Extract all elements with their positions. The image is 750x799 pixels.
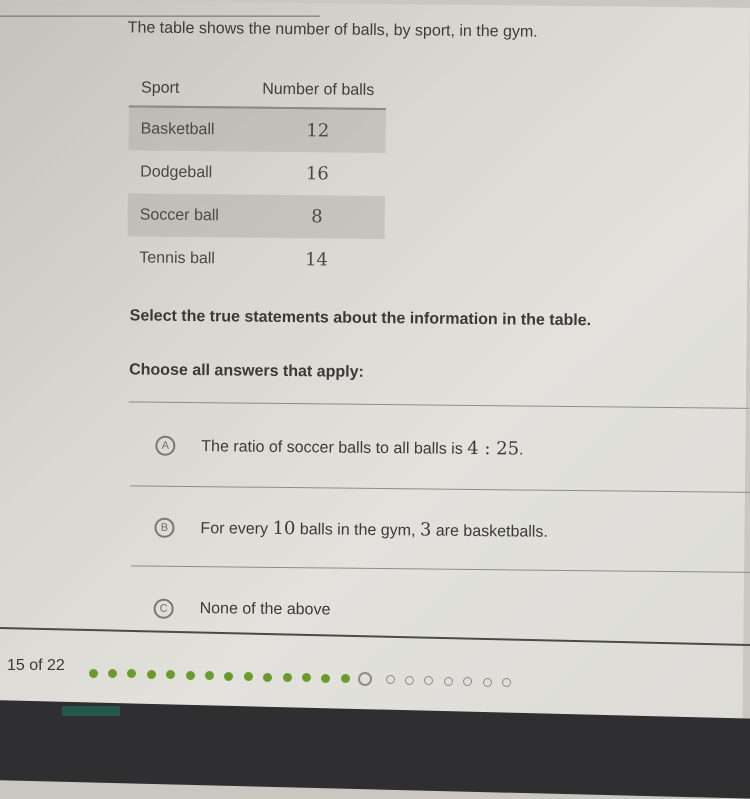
choice-b[interactable]: B For every 10 balls in the gym, 3 are b… — [154, 517, 548, 542]
progress-dot-pending[interactable] — [404, 675, 414, 685]
choice-divider — [129, 485, 750, 493]
answer-instruction: Choose all answers that apply: — [129, 361, 364, 381]
progress-dot-completed[interactable] — [224, 671, 234, 681]
progress-dot-completed[interactable] — [263, 672, 273, 682]
progress-dot-pending[interactable] — [482, 677, 492, 687]
choice-b-checkbox-icon[interactable]: B — [154, 517, 175, 538]
top-divider — [0, 15, 320, 17]
progress-dot-completed[interactable] — [282, 673, 292, 682]
count-cell: 8 — [230, 194, 386, 240]
count-cell: 16 — [305, 163, 329, 185]
sport-cell: Tennis ball — [139, 248, 216, 267]
progress-dot-pending[interactable] — [443, 676, 453, 686]
choices-top-divider — [128, 401, 749, 409]
progress-dot-current[interactable] — [357, 672, 372, 687]
progress-dot-completed[interactable] — [107, 668, 117, 678]
progress-dot-completed[interactable] — [204, 671, 214, 681]
count-cell: 12 — [231, 107, 387, 154]
progress-dot-completed[interactable] — [166, 670, 176, 680]
count-cell: 14 — [304, 249, 329, 271]
progress-dot-pending[interactable] — [385, 675, 395, 685]
bezel-label — [62, 706, 120, 716]
choice-a[interactable]: A The ratio of soccer balls to all balls… — [155, 435, 524, 460]
sport-cell: Soccer ball — [127, 193, 232, 238]
table-row: Soccer ball 8 — [127, 193, 386, 240]
progress-counter: 15 of 22 — [7, 657, 65, 674]
choice-c-text: None of the above — [199, 600, 331, 619]
choice-a-text: The ratio of soccer balls to all balls i… — [201, 437, 524, 460]
column-header-count: Number of balls — [232, 74, 387, 110]
progress-dot-completed[interactable] — [88, 668, 98, 678]
sport-cell: Dodgeball — [140, 162, 213, 181]
choice-a-checkbox-icon[interactable]: A — [155, 435, 176, 456]
question-intro: The table shows the number of balls, by … — [127, 19, 538, 41]
progress-dot-completed[interactable] — [321, 673, 331, 683]
table-row: Basketball 12 — [128, 106, 387, 154]
choice-b-text: For every 10 balls in the gym, 3 are bas… — [200, 517, 548, 541]
choice-divider — [131, 565, 750, 573]
progress-dot-completed[interactable] — [243, 672, 253, 682]
progress-dot-completed[interactable] — [185, 670, 195, 680]
progress-dots — [88, 664, 548, 688]
exercise-screen: The table shows the number of balls, by … — [0, 0, 750, 758]
progress-dot-pending[interactable] — [424, 676, 434, 686]
progress-dot-pending[interactable] — [501, 677, 511, 687]
table-header-row: Sport Number of balls — [128, 73, 387, 110]
sport-cell: Basketball — [128, 106, 233, 152]
progress-dot-pending[interactable] — [463, 677, 473, 687]
progress-dot-completed[interactable] — [301, 673, 311, 683]
progress-dot-completed[interactable] — [340, 674, 350, 684]
table-row: Dodgeball 16 — [128, 150, 386, 196]
progress-dot-completed[interactable] — [127, 669, 137, 679]
question-prompt: Select the true statements about the inf… — [129, 307, 592, 330]
balls-table: Sport Number of balls Basketball 12 Dodg… — [127, 73, 387, 282]
table-row: Tennis ball 14 — [127, 236, 385, 282]
choice-c[interactable]: C None of the above — [153, 598, 331, 621]
column-header-sport: Sport — [128, 73, 233, 108]
choice-c-checkbox-icon[interactable]: C — [153, 598, 174, 619]
progress-dot-completed[interactable] — [146, 669, 156, 679]
